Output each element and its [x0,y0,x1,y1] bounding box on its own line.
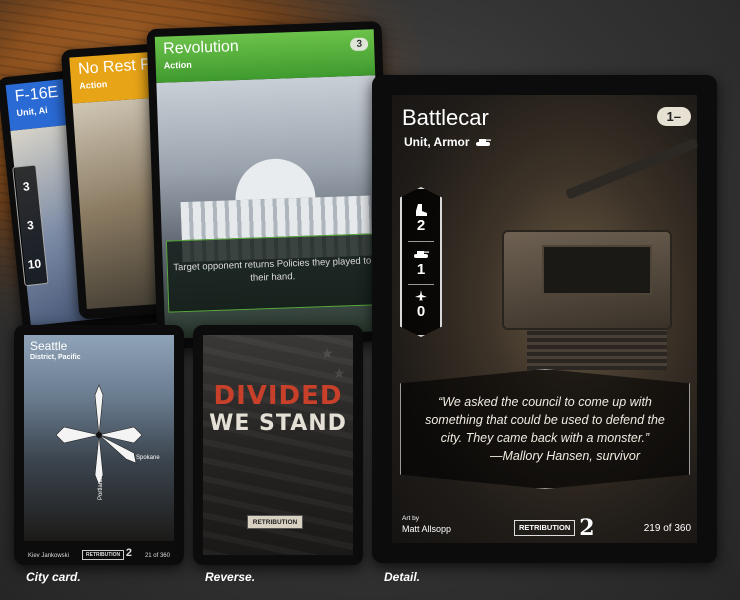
edition-mark: 2 [579,515,595,541]
stat-infantry: 2 [402,203,440,234]
city-card-logo: RETRIBUTION 2 [82,547,132,560]
art-by-label: Art by [402,515,419,522]
flavor-attribution: —Mallory Hansen, survivor [489,449,641,464]
city-card-artist: Kiev Jankowski [28,553,70,559]
star-icon: ★ [333,365,346,381]
stat-air: 0 [402,289,440,320]
retribution-logo: RETRIBUTION [247,515,303,529]
star-icon: ★ [321,345,334,361]
detail-card-stats: 2 1 0 [400,187,442,337]
city-card-subtitle: District, Pacific [30,354,81,361]
city-card[interactable]: Spokane Portland Seattle District, Pacif… [14,325,184,565]
compass-rose-icon: Spokane Portland [55,384,160,500]
city-label-spokane: Spokane [136,455,160,461]
fan-stat-value: 10 [27,256,42,273]
flavor-text: “We asked the council to come up with so… [420,393,670,466]
fan-card-revolution[interactable]: Revolution Action 3 Target opponent retu… [146,20,393,350]
retribution-logo: RETRIBUTION 2 [514,515,595,541]
reverse-title-divided: DIVIDED [213,381,343,411]
fan-card-rules-text: Target opponent returns Policies they pl… [165,233,380,313]
edition-mark: 2 [125,547,132,559]
detail-card-title: Battlecar [402,105,489,130]
flavor-text-box: “We asked the council to come up with so… [400,369,690,489]
retribution-logo-text: RETRIBUTION [514,520,576,536]
boot-icon [416,204,427,216]
stat-armor: 1 [402,247,440,278]
city-card-art: Spokane Portland [24,335,174,541]
detail-card-type: Unit, Armor [404,135,491,149]
artist-name: Matt Allsopp [402,524,452,534]
detail-card-cost: 1– [656,107,691,126]
city-card-footer: Kiev Jankowski RETRIBUTION 2 21 of 360 [28,541,170,560]
fan-stat-value: 3 [26,217,35,233]
stat-value: 2 [416,217,426,234]
tank-icon [475,139,491,146]
city-card-number: 21 of 360 [144,553,170,559]
caption-reverse: Reverse. [205,570,256,584]
fan-card-header: Revolution Action [154,29,376,83]
stat-divider [408,241,434,242]
fan-card-cost: 3 [350,37,369,52]
tank-icon [414,251,429,258]
retribution-logo: RETRIBUTION [82,550,125,560]
reverse-card[interactable]: ★ ★ DIVIDED WE STAND RETRIBUTION [193,325,363,565]
stat-value: 0 [416,303,426,320]
reverse-title-we-stand: WE STAND [209,411,347,436]
detail-card-type-text: Unit, Armor [404,135,470,149]
battlecar-art [472,137,702,390]
stat-value: 1 [416,261,426,278]
city-label-portland: Portland [98,478,104,500]
jet-icon [415,290,427,301]
compass-center [96,432,102,438]
caption-city-card: City card. [26,570,81,584]
detail-card-battlecar[interactable]: Battlecar Unit, Armor 1– 2 1 0 “We asked… [372,75,717,563]
caption-detail: Detail. [384,570,421,584]
card-number: 219 of 360 [643,523,691,534]
flavor-quote: “We asked the council to come up with so… [425,394,665,445]
stat-divider [408,284,434,285]
city-card-title: Seattle [30,339,68,353]
fan-stat-value: 3 [22,178,31,194]
